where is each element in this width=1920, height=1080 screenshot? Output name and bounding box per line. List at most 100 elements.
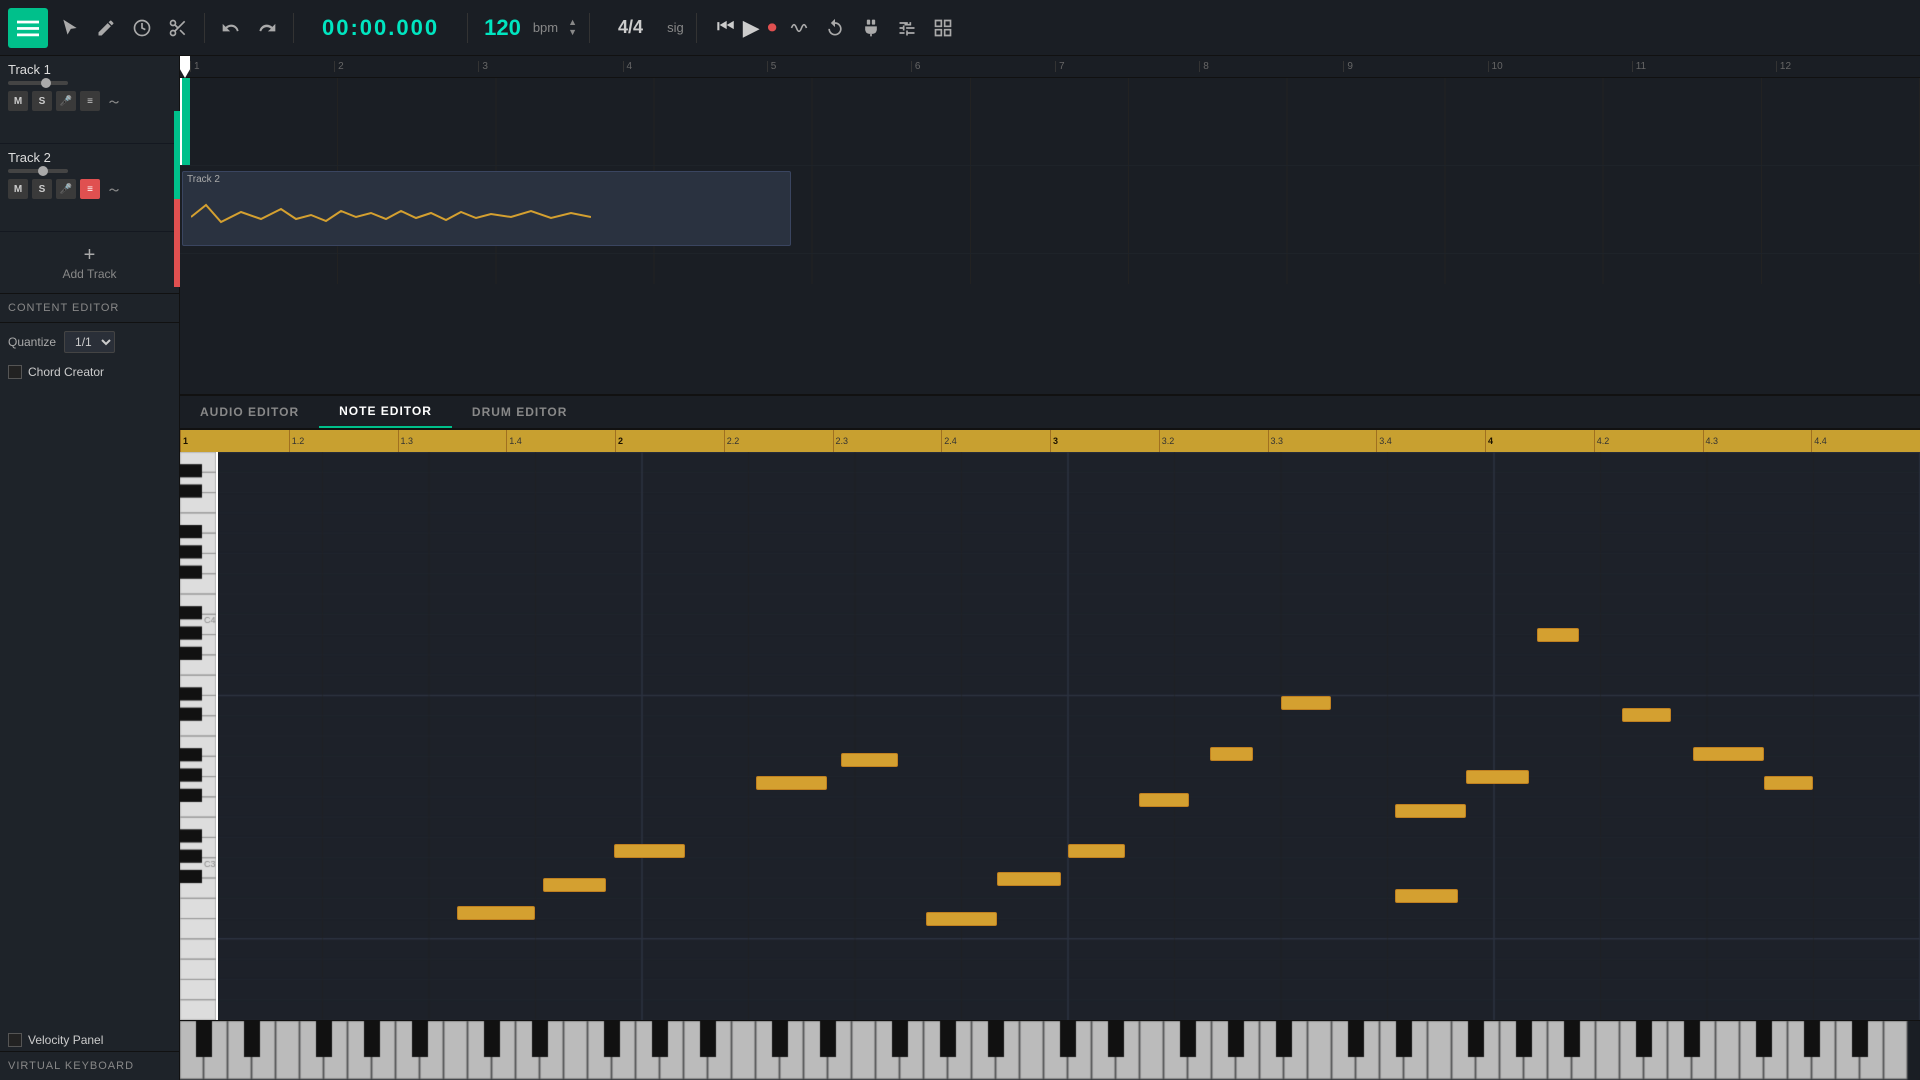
loop-button[interactable] bbox=[821, 14, 849, 42]
note-ruler-mark-13: 1.3 bbox=[398, 430, 507, 452]
velocity-panel-checkbox[interactable] bbox=[8, 1033, 22, 1047]
arrange-track-1[interactable] bbox=[180, 78, 1920, 166]
note-editor: 1 1.2 1.3 1.4 2 2.2 2.3 2.4 3 3.2 3.3 3.… bbox=[180, 430, 1920, 1020]
note-17[interactable] bbox=[1693, 747, 1764, 761]
note-7[interactable] bbox=[997, 872, 1061, 886]
note-ruler-mark-24: 2.4 bbox=[941, 430, 1050, 452]
track-2-record[interactable]: 🎤 bbox=[56, 179, 76, 199]
undo-button[interactable] bbox=[217, 14, 245, 42]
piano-keys bbox=[180, 452, 216, 1020]
note-8[interactable] bbox=[1068, 844, 1125, 858]
note-18[interactable] bbox=[1764, 776, 1814, 790]
ruler-mark-2: 2 bbox=[334, 61, 478, 72]
note-12[interactable] bbox=[1395, 804, 1466, 818]
velocity-panel-row: Velocity Panel bbox=[0, 1029, 179, 1051]
add-track-button[interactable]: + Add Track bbox=[0, 232, 179, 293]
arrange-view: 1 2 3 4 5 6 7 8 9 10 11 12 bbox=[180, 56, 1920, 394]
bpm-label: bpm bbox=[533, 20, 558, 35]
ruler-marks: 1 2 3 4 5 6 7 8 9 10 11 12 bbox=[190, 61, 1920, 72]
arrange-track-3[interactable] bbox=[180, 254, 1920, 284]
note-2[interactable] bbox=[543, 878, 607, 892]
add-track-icon: + bbox=[84, 244, 96, 267]
track-list: Track 1 M S 🎤 ≡ 〜 Track 2 bbox=[0, 56, 179, 232]
note-ruler-marks: 1 1.2 1.3 1.4 2 2.2 2.3 2.4 3 3.2 3.3 3.… bbox=[180, 430, 1920, 452]
note-ruler-mark-14: 1.4 bbox=[506, 430, 615, 452]
bpm-down-arrow[interactable]: ▼ bbox=[568, 28, 577, 38]
note-1[interactable] bbox=[457, 906, 535, 920]
plugin-button[interactable] bbox=[857, 14, 885, 42]
quantize-select[interactable]: 1/11/21/41/8 bbox=[64, 331, 115, 353]
grid-button[interactable] bbox=[929, 14, 957, 42]
note-9[interactable] bbox=[1139, 793, 1189, 807]
select-tool-button[interactable] bbox=[56, 14, 84, 42]
track-2-name: Track 2 bbox=[8, 150, 171, 165]
track-2-slider[interactable] bbox=[8, 169, 68, 173]
ruler-mark-9: 9 bbox=[1343, 61, 1487, 72]
timeline-ruler: 1 2 3 4 5 6 7 8 9 10 11 12 bbox=[180, 56, 1920, 78]
right-content: 1 2 3 4 5 6 7 8 9 10 11 12 bbox=[180, 56, 1920, 1080]
track-1-slider[interactable] bbox=[8, 81, 68, 85]
virtual-keyboard[interactable] bbox=[180, 1020, 1920, 1080]
track-2-eq[interactable]: ≡ bbox=[80, 179, 100, 199]
track-1-bg bbox=[180, 78, 1920, 165]
quantize-row: Quantize 1/11/21/41/8 bbox=[0, 323, 179, 361]
scissors-tool-button[interactable] bbox=[164, 14, 192, 42]
track-1-name: Track 1 bbox=[8, 62, 171, 77]
tab-note-editor[interactable]: NOTE EDITOR bbox=[319, 396, 452, 428]
note-grid[interactable] bbox=[216, 452, 1920, 1020]
play-button[interactable]: ▶ bbox=[743, 15, 760, 41]
track-2-mute[interactable]: M bbox=[8, 179, 28, 199]
ruler-mark-5: 5 bbox=[767, 61, 911, 72]
note-6[interactable] bbox=[926, 912, 997, 926]
wave-button[interactable] bbox=[785, 14, 813, 42]
note-4[interactable] bbox=[756, 776, 827, 790]
note-13[interactable] bbox=[1466, 770, 1530, 784]
track-1-mute[interactable]: M bbox=[8, 91, 28, 111]
note-ruler-mark-42: 4.2 bbox=[1594, 430, 1703, 452]
note-10[interactable] bbox=[1210, 747, 1253, 761]
bpm-display[interactable]: 120 bbox=[484, 15, 521, 41]
track-1-wave[interactable]: 〜 bbox=[104, 91, 124, 111]
note-14[interactable] bbox=[1395, 889, 1459, 903]
track-2-row: Track 2 M S 🎤 ≡ 〜 bbox=[0, 144, 179, 232]
bpm-arrows[interactable]: ▲ ▼ bbox=[568, 18, 577, 38]
notes-container bbox=[216, 452, 1920, 1020]
ruler-mark-10: 10 bbox=[1488, 61, 1632, 72]
virtual-keyboard-label: VIRTUAL KEYBOARD bbox=[0, 1051, 179, 1080]
separator-5 bbox=[696, 13, 697, 43]
note-ruler-mark-22: 2.2 bbox=[724, 430, 833, 452]
track-2-solo[interactable]: S bbox=[32, 179, 52, 199]
time-signature[interactable]: 4/4 bbox=[618, 17, 643, 38]
clip-block-track2[interactable]: Track 2 bbox=[182, 171, 791, 246]
note-ruler: 1 1.2 1.3 1.4 2 2.2 2.3 2.4 3 3.2 3.3 3.… bbox=[180, 430, 1920, 452]
rewind-button[interactable]: ⏮ bbox=[717, 16, 735, 39]
chord-creator-row: Chord Creator bbox=[0, 361, 179, 383]
note-3[interactable] bbox=[614, 844, 685, 858]
pencil-tool-button[interactable] bbox=[92, 14, 120, 42]
transport-controls: ⏮ ▶ ⏺ bbox=[717, 14, 957, 42]
chord-creator-checkbox[interactable] bbox=[8, 365, 22, 379]
velocity-panel-label: Velocity Panel bbox=[28, 1033, 103, 1047]
note-ruler-mark-12: 1.2 bbox=[289, 430, 398, 452]
quantize-label: Quantize bbox=[8, 335, 56, 349]
mixer-button[interactable] bbox=[893, 14, 921, 42]
clock-tool-button[interactable] bbox=[128, 14, 156, 42]
tab-drum-editor[interactable]: DRUM EDITOR bbox=[452, 397, 587, 427]
note-15[interactable] bbox=[1537, 628, 1580, 642]
ruler-mark-8: 8 bbox=[1199, 61, 1343, 72]
menu-button[interactable] bbox=[8, 8, 48, 48]
arrange-track-2[interactable]: Track 2 bbox=[180, 166, 1920, 254]
track-2-wave[interactable]: 〜 bbox=[104, 179, 124, 199]
ruler-mark-11: 11 bbox=[1632, 61, 1776, 72]
note-11[interactable] bbox=[1281, 696, 1331, 710]
track-1-record[interactable]: 🎤 bbox=[56, 91, 76, 111]
note-16[interactable] bbox=[1622, 708, 1672, 722]
record-button[interactable]: ⏺ bbox=[768, 17, 777, 38]
redo-button[interactable] bbox=[253, 14, 281, 42]
separator-4 bbox=[589, 13, 590, 43]
track-1-solo[interactable]: S bbox=[32, 91, 52, 111]
note-ruler-mark-2: 2 bbox=[615, 430, 724, 452]
tab-audio-editor[interactable]: AUDIO EDITOR bbox=[180, 397, 319, 427]
track-1-eq[interactable]: ≡ bbox=[80, 91, 100, 111]
note-5[interactable] bbox=[841, 753, 898, 767]
